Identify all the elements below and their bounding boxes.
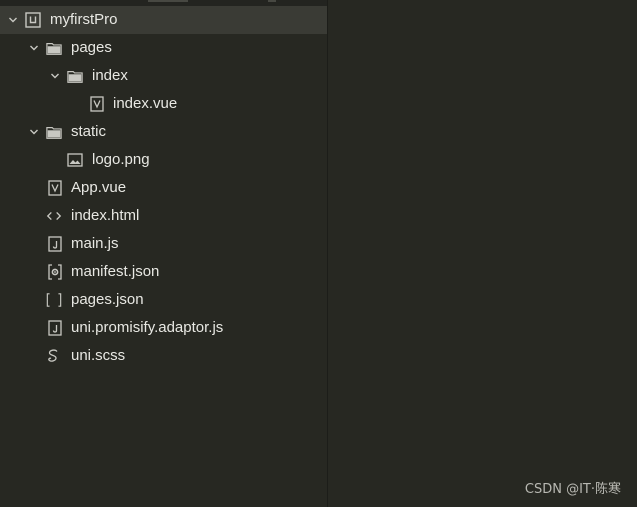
tree-item-label: index.vue [113, 95, 178, 112]
tree-item-label: index [92, 67, 128, 84]
tree-item-main-js[interactable]: main.js [0, 230, 327, 258]
tree-item-manifest-json[interactable]: manifest.json [0, 258, 327, 286]
tree-item-index-folder[interactable]: index [0, 62, 327, 90]
tree-item-label: index.html [71, 207, 140, 224]
tree-item-index-html[interactable]: index.html [0, 202, 327, 230]
tree-item-label: uni.promisify.adaptor.js [71, 319, 224, 336]
tree-item-pages-json[interactable]: pages.json [0, 286, 327, 314]
tree-item-label: pages [71, 39, 112, 56]
tree-item-logo-png[interactable]: logo.png [0, 146, 327, 174]
js-file-icon [47, 236, 63, 252]
tree-item-static[interactable]: static [0, 118, 327, 146]
scss-file-icon [46, 348, 62, 364]
project-icon [25, 12, 41, 28]
tree-item-label: myfirstPro [50, 11, 118, 28]
json-file-icon [46, 292, 62, 308]
tree-item-label: manifest.json [71, 263, 160, 280]
tree-item-index-vue[interactable]: index.vue [0, 90, 327, 118]
js-file-icon [47, 320, 63, 336]
folder-icon [46, 40, 62, 56]
tree-item-label: App.vue [71, 179, 127, 196]
tree-item-project-root[interactable]: myfirstPro [0, 6, 327, 34]
app-window: myfirstPro pages index index.vue static … [0, 0, 637, 507]
editor-area [328, 0, 637, 507]
folder-icon [46, 124, 62, 140]
tree-item-promisify-js[interactable]: uni.promisify.adaptor.js [0, 314, 327, 342]
tree-item-pages[interactable]: pages [0, 34, 327, 62]
tree-item-label: uni.scss [71, 347, 126, 364]
tree-item-label: static [71, 123, 107, 140]
chevron-down-icon[interactable] [28, 42, 40, 54]
json-settings-icon [47, 264, 63, 280]
watermark-text: CSDN @IT·陈寒 [524, 482, 621, 497]
tree-item-uni-scss[interactable]: uni.scss [0, 342, 327, 370]
chevron-down-icon[interactable] [7, 14, 19, 26]
chevron-down-icon[interactable] [49, 70, 61, 82]
html-file-icon [46, 208, 62, 224]
folder-icon [67, 68, 83, 84]
vue-file-icon [89, 96, 105, 112]
project-explorer: myfirstPro pages index index.vue static … [0, 0, 328, 507]
chevron-down-icon[interactable] [28, 126, 40, 138]
tree-item-label: pages.json [71, 291, 144, 308]
tree-item-label: main.js [71, 235, 119, 252]
vue-file-icon [47, 180, 63, 196]
image-file-icon [67, 152, 83, 168]
tree-item-label: logo.png [92, 151, 150, 168]
tree-item-app-vue[interactable]: App.vue [0, 174, 327, 202]
